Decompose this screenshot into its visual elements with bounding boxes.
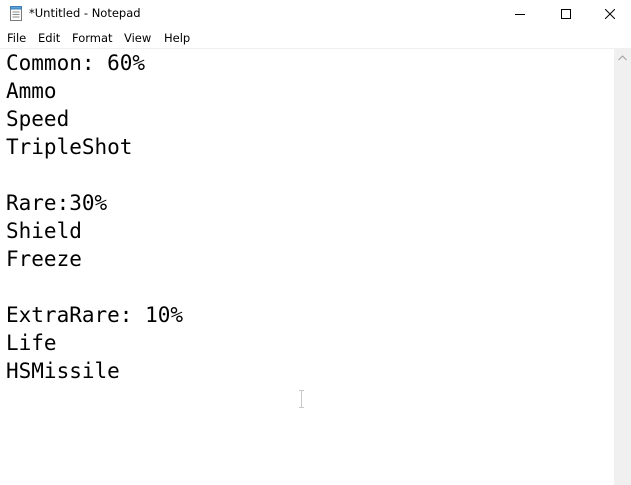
maximize-button[interactable] [543, 0, 589, 28]
minimize-icon [515, 14, 525, 15]
editor-line: Speed [6, 107, 70, 131]
editor-line: Life [6, 331, 57, 355]
menu-format[interactable]: Format [72, 31, 113, 45]
editor-line: TripleShot [6, 135, 133, 159]
close-icon [605, 9, 615, 19]
text-editor[interactable]: Common: 60% Ammo Speed TripleShot Rare:3… [0, 49, 614, 485]
editor-line: ExtraRare: 10% [6, 303, 184, 327]
editor-line: Ammo [6, 79, 57, 103]
menu-file[interactable]: File [7, 31, 26, 45]
menu-view[interactable]: View [124, 31, 151, 45]
editor-line: Rare:30% [6, 191, 108, 215]
scroll-up-button[interactable] [614, 49, 631, 66]
maximize-icon [561, 9, 571, 19]
notepad-icon[interactable] [9, 6, 23, 21]
editor-line: Freeze [6, 247, 82, 271]
editor-line: Shield [6, 219, 82, 243]
window-title: *Untitled - Notepad [29, 6, 141, 20]
editor-line: Common: 60% [6, 51, 146, 75]
vertical-scrollbar[interactable] [614, 49, 631, 485]
menu-bar: File Edit Format View Help [0, 28, 631, 48]
editor-line: HSMissile [6, 359, 120, 383]
menu-edit[interactable]: Edit [38, 31, 60, 45]
menu-help[interactable]: Help [164, 31, 190, 45]
close-button[interactable] [589, 0, 631, 28]
minimize-button[interactable] [497, 0, 543, 28]
title-bar[interactable]: *Untitled - Notepad [0, 0, 631, 28]
text-cursor-icon [298, 390, 305, 408]
notepad-window: *Untitled - Notepad File Edit Format Vie… [0, 0, 631, 485]
chevron-up-icon [618, 54, 627, 60]
